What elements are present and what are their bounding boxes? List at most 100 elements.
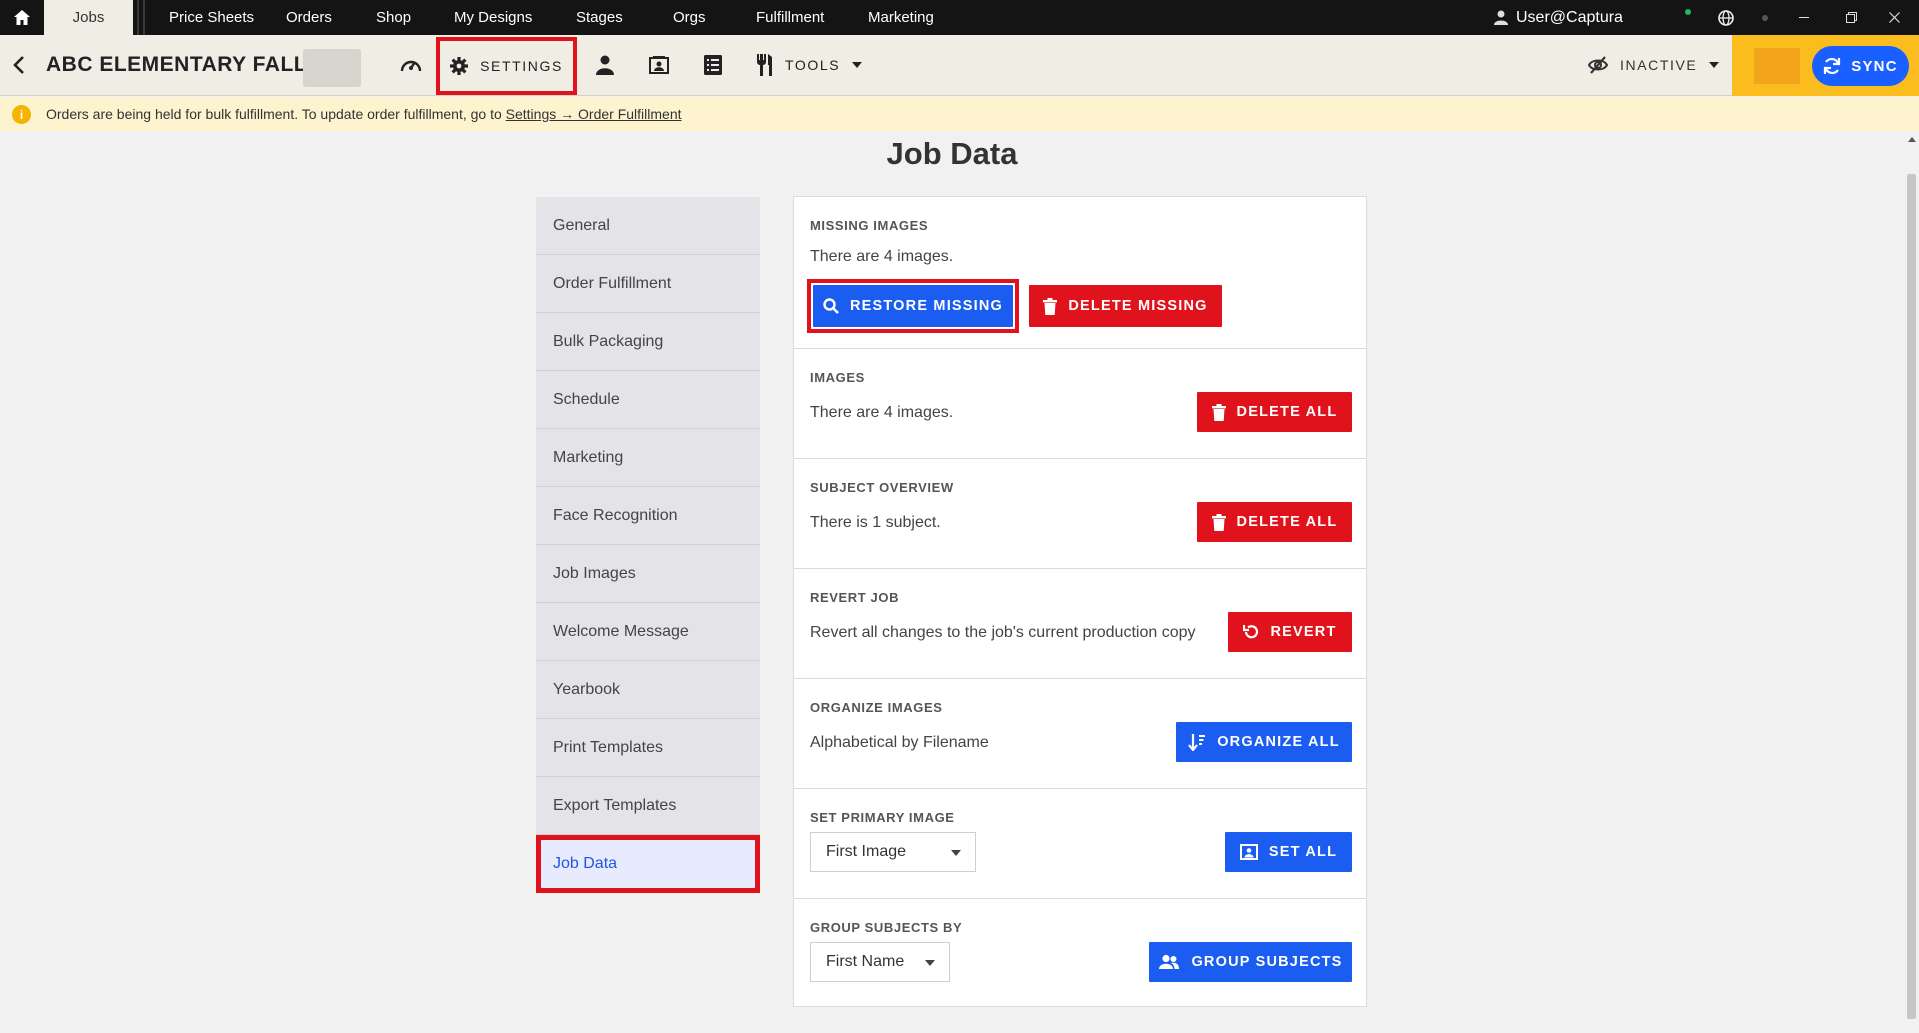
button-label: DELETE ALL [1236, 404, 1338, 420]
id-card-icon[interactable] [644, 50, 674, 80]
sidebar-item-general[interactable]: General [536, 197, 760, 255]
sidebar-item-order-fulfillment[interactable]: Order Fulfillment [536, 255, 760, 313]
revert-button[interactable]: REVERT [1228, 612, 1352, 652]
section-heading: REVERT JOB [810, 590, 900, 605]
portrait-icon [1239, 844, 1258, 860]
section-description: Revert all changes to the job's current … [810, 624, 1196, 641]
chevron-down-icon [925, 960, 935, 966]
job-toolbar: ABC ELEMENTARY FALL SETTINGS TOOLS INACT… [0, 35, 1919, 96]
restore-missing-button[interactable]: RESTORE MISSING [813, 285, 1013, 327]
info-icon: i [12, 105, 31, 124]
restore-icon[interactable] [1836, 0, 1866, 35]
online-status-dot [1685, 9, 1691, 15]
status-dropdown[interactable]: INACTIVE [1588, 50, 1720, 80]
tab-shop[interactable]: Shop [376, 0, 411, 35]
undo-icon [1243, 625, 1259, 639]
sidebar-item-yearbook[interactable]: Yearbook [536, 661, 760, 719]
set-all-button[interactable]: SET ALL [1225, 832, 1352, 872]
settings-button[interactable]: SETTINGS [436, 37, 577, 95]
sidebar-item-bulk-packaging[interactable]: Bulk Packaging [536, 313, 760, 371]
sort-down-icon [1188, 734, 1206, 751]
trash-icon [1211, 513, 1226, 531]
scroll-up-arrow-icon[interactable] [1908, 137, 1916, 142]
settings-label: SETTINGS [480, 58, 563, 74]
user-icon [1494, 10, 1508, 25]
button-label: RESTORE MISSING [849, 298, 1004, 314]
tab-price-sheets[interactable]: Price Sheets [169, 0, 254, 35]
list-document-icon[interactable] [698, 50, 728, 80]
top-nav: Jobs Price Sheets Orders Shop My Designs… [0, 0, 1919, 35]
tab-fulfillment[interactable]: Fulfillment [756, 0, 824, 35]
close-icon[interactable] [1879, 0, 1909, 35]
brand-swatch [1754, 48, 1800, 84]
delete-missing-button[interactable]: DELETE MISSING [1029, 285, 1222, 327]
nav-divider [137, 0, 139, 35]
tools-label: TOOLS [785, 57, 841, 73]
subject-overview-section: SUBJECT OVERVIEW There is 1 subject. DEL… [794, 459, 1366, 569]
group-subjects-button[interactable]: GROUP SUBJECTS [1149, 942, 1352, 982]
tab-orders[interactable]: Orders [286, 0, 332, 35]
organize-all-button[interactable]: ORGANIZE ALL [1176, 722, 1352, 762]
sidebar-item-face-recognition[interactable]: Face Recognition [536, 487, 760, 545]
job-title: ABC ELEMENTARY FALL [46, 53, 308, 76]
fulfillment-notice-banner: i Orders are being held for bulk fulfill… [0, 97, 1919, 131]
section-description: There is 1 subject. [810, 514, 941, 531]
tools-icon [757, 54, 772, 76]
status-label: INACTIVE [1620, 57, 1698, 73]
dashboard-gauge-icon[interactable] [396, 50, 426, 80]
sidebar-item-job-images[interactable]: Job Images [536, 545, 760, 603]
job-data-panel: MISSING IMAGES There are 4 images. RESTO… [793, 196, 1367, 1007]
back-arrow-icon[interactable] [8, 52, 30, 78]
section-heading: ORGANIZE IMAGES [810, 700, 943, 715]
minimize-icon[interactable] [1789, 0, 1819, 35]
users-icon [1159, 954, 1180, 969]
section-heading: MISSING IMAGES [810, 218, 929, 233]
button-label: DELETE ALL [1236, 514, 1338, 530]
group-by-select[interactable]: First Name [810, 942, 950, 982]
delete-all-images-button[interactable]: DELETE ALL [1197, 392, 1352, 432]
tab-stages[interactable]: Stages [576, 0, 623, 35]
primary-image-select[interactable]: First Image [810, 832, 976, 872]
user-menu[interactable]: User@Captura [1494, 0, 1623, 35]
tab-jobs[interactable]: Jobs [44, 0, 133, 35]
button-label: REVERT [1270, 624, 1337, 640]
sync-button[interactable]: SYNC [1812, 46, 1909, 86]
page-scrollbar[interactable] [1904, 131, 1919, 1033]
home-icon[interactable] [0, 0, 44, 35]
trash-icon [1043, 297, 1058, 315]
trash-icon [1211, 403, 1226, 421]
sidebar-item-job-data[interactable]: Job Data [536, 835, 760, 893]
nav-divider [143, 0, 145, 35]
tools-dropdown[interactable]: TOOLS [755, 50, 863, 80]
button-label: DELETE MISSING [1068, 298, 1208, 314]
chevron-down-icon [852, 62, 863, 68]
section-heading: GROUP SUBJECTS BY [810, 920, 963, 935]
delete-all-subjects-button[interactable]: DELETE ALL [1197, 502, 1352, 542]
sidebar-item-export-templates[interactable]: Export Templates [536, 777, 760, 835]
revert-job-section: REVERT JOB Revert all changes to the job… [794, 569, 1366, 679]
chevron-down-icon [1709, 62, 1720, 68]
section-description: Alphabetical by Filename [810, 734, 989, 751]
order-fulfillment-link[interactable]: Settings → Order Fulfillment [506, 106, 682, 122]
tab-my-designs[interactable]: My Designs [454, 0, 532, 35]
sync-label: SYNC [1851, 57, 1898, 75]
sidebar-item-print-templates[interactable]: Print Templates [536, 719, 760, 777]
person-icon[interactable] [590, 50, 620, 80]
select-value: First Image [826, 843, 907, 860]
section-description: There are 4 images. [810, 248, 954, 265]
group-subjects-section: GROUP SUBJECTS BY First Name GROUP SUBJE… [794, 899, 1366, 1007]
tab-marketing[interactable]: Marketing [868, 0, 934, 35]
page-title: Job Data [886, 136, 1018, 171]
sidebar-item-marketing[interactable]: Marketing [536, 429, 760, 487]
button-label: ORGANIZE ALL [1217, 734, 1340, 750]
globe-icon[interactable] [1711, 0, 1741, 35]
tab-orgs[interactable]: Orgs [673, 0, 706, 35]
select-value: First Name [826, 953, 905, 970]
sidebar-item-schedule[interactable]: Schedule [536, 371, 760, 429]
sidebar-item-welcome-message[interactable]: Welcome Message [536, 603, 760, 661]
eye-slash-icon [1588, 56, 1608, 74]
images-section: IMAGES There are 4 images. DELETE ALL [794, 349, 1366, 459]
scrollbar-thumb[interactable] [1907, 174, 1916, 1019]
section-description: There are 4 images. [810, 404, 954, 421]
user-name: User@Captura [1516, 8, 1623, 26]
